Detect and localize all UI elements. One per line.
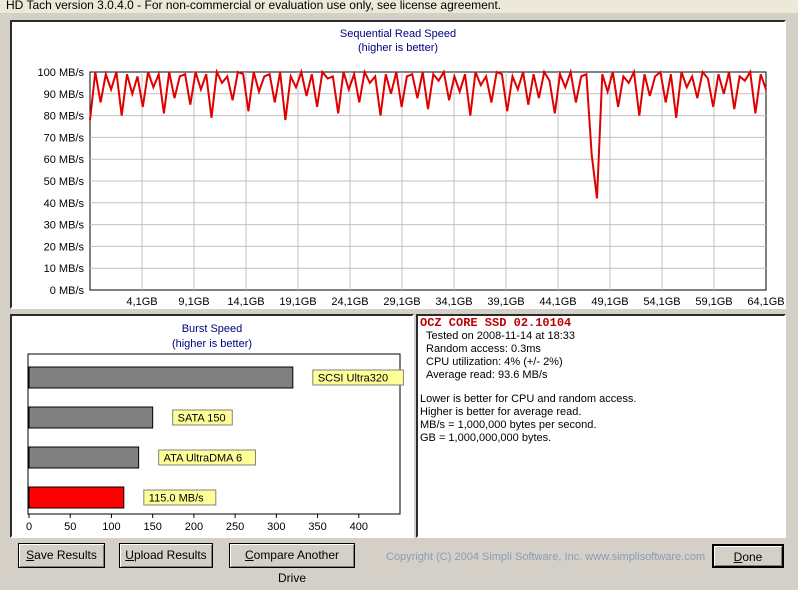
y-tick-label: 30 MB/s: [44, 220, 85, 232]
chart-title: Burst Speed: [182, 323, 243, 335]
x-tick-label: 9,1GB: [178, 296, 209, 307]
note-mbs-definition: MB/s = 1,000,000 bytes per second.: [420, 419, 597, 431]
x-tick-label: 400: [350, 521, 368, 533]
copyright-notice: Copyright (C) 2004 Simpli Software, Inc.…: [386, 551, 706, 563]
burst-bar-reference: [28, 446, 140, 469]
y-tick-label: 20 MB/s: [44, 241, 85, 253]
burst-bar-reference: [28, 406, 154, 429]
cpu-utilization: CPU utilization: 4% (+/- 2%): [426, 356, 563, 368]
window-title: HD Tach version 3.0.4.0 - For non-commer…: [0, 0, 798, 13]
y-tick-label: 100 MB/s: [38, 67, 85, 79]
y-tick-label: 90 MB/s: [44, 89, 85, 101]
burst-speed-chart: Burst Speed (higher is better) SCSI Ultr…: [26, 323, 404, 533]
upload-results-button[interactable]: Upload Results: [119, 543, 213, 568]
sequential-read-panel: Sequential Read Speed (higher is better)…: [10, 20, 786, 309]
y-tick-label: 50 MB/s: [44, 176, 85, 188]
bar-label: ATA UltraDMA 6: [164, 453, 242, 465]
note-higher-better: Higher is better for average read.: [420, 406, 582, 418]
compare-another-drive-button[interactable]: Compare Another Drive: [229, 543, 355, 585]
note-gb-definition: GB = 1,000,000,000 bytes.: [420, 432, 552, 444]
read-speed-series-line: [89, 68, 767, 199]
chart-subtitle: (higher is better): [358, 42, 438, 54]
burst-bar-reference: [28, 366, 294, 389]
done-button[interactable]: Done: [712, 544, 784, 568]
x-tick-label: 24,1GB: [331, 296, 368, 307]
x-tick-label: 49,1GB: [591, 296, 628, 307]
chart-title: Sequential Read Speed: [340, 28, 456, 40]
y-tick-label: 40 MB/s: [44, 198, 85, 210]
random-access: Random access: 0.3ms: [426, 343, 541, 355]
burst-bar-current: [28, 486, 125, 509]
x-tick-label: 34,1GB: [435, 296, 472, 307]
x-tick-label: 200: [185, 521, 203, 533]
x-tick-label: 0: [26, 521, 32, 533]
y-tick-label: 80 MB/s: [44, 111, 85, 123]
chart-subtitle: (higher is better): [172, 338, 252, 350]
bar-label: SATA 150: [178, 413, 226, 425]
note-lower-better: Lower is better for CPU and random acces…: [420, 393, 637, 405]
y-tick-label: 10 MB/s: [44, 263, 85, 275]
sequential-read-chart: Sequential Read Speed (higher is better)…: [38, 28, 785, 308]
bar-label: SCSI Ultra320: [318, 373, 388, 385]
x-tick-label: 44,1GB: [539, 296, 576, 307]
x-tick-label: 19,1GB: [279, 296, 316, 307]
burst-speed-panel: Burst Speed (higher is better) SCSI Ultr…: [10, 314, 414, 538]
drive-name: OCZ CORE SSD 02.10104: [420, 316, 572, 330]
tested-on: Tested on 2008-11-14 at 18:33: [426, 330, 576, 342]
x-tick-label: 100: [102, 521, 120, 533]
drive-info-panel: OCZ CORE SSD 02.10104 Tested on 2008-11-…: [416, 314, 786, 538]
save-results-button[interactable]: Save Results: [18, 543, 105, 568]
x-tick-label: 50: [64, 521, 76, 533]
x-tick-label: 54,1GB: [643, 296, 680, 307]
x-tick-label: 64,1GB: [747, 296, 784, 307]
x-tick-label: 14,1GB: [227, 296, 264, 307]
x-tick-label: 350: [308, 521, 326, 533]
x-tick-label: 29,1GB: [383, 296, 420, 307]
y-tick-label: 0 MB/s: [50, 285, 85, 297]
x-tick-label: 39,1GB: [487, 296, 524, 307]
y-tick-label: 70 MB/s: [44, 132, 85, 144]
average-read: Average read: 93.6 MB/s: [426, 369, 548, 381]
x-tick-label: 250: [226, 521, 244, 533]
x-tick-label: 59,1GB: [695, 296, 732, 307]
bar-label: 115.0 MB/s: [149, 493, 204, 505]
x-tick-label: 300: [267, 521, 285, 533]
x-tick-label: 4,1GB: [126, 296, 157, 307]
y-tick-label: 60 MB/s: [44, 154, 85, 166]
x-tick-label: 150: [143, 521, 161, 533]
